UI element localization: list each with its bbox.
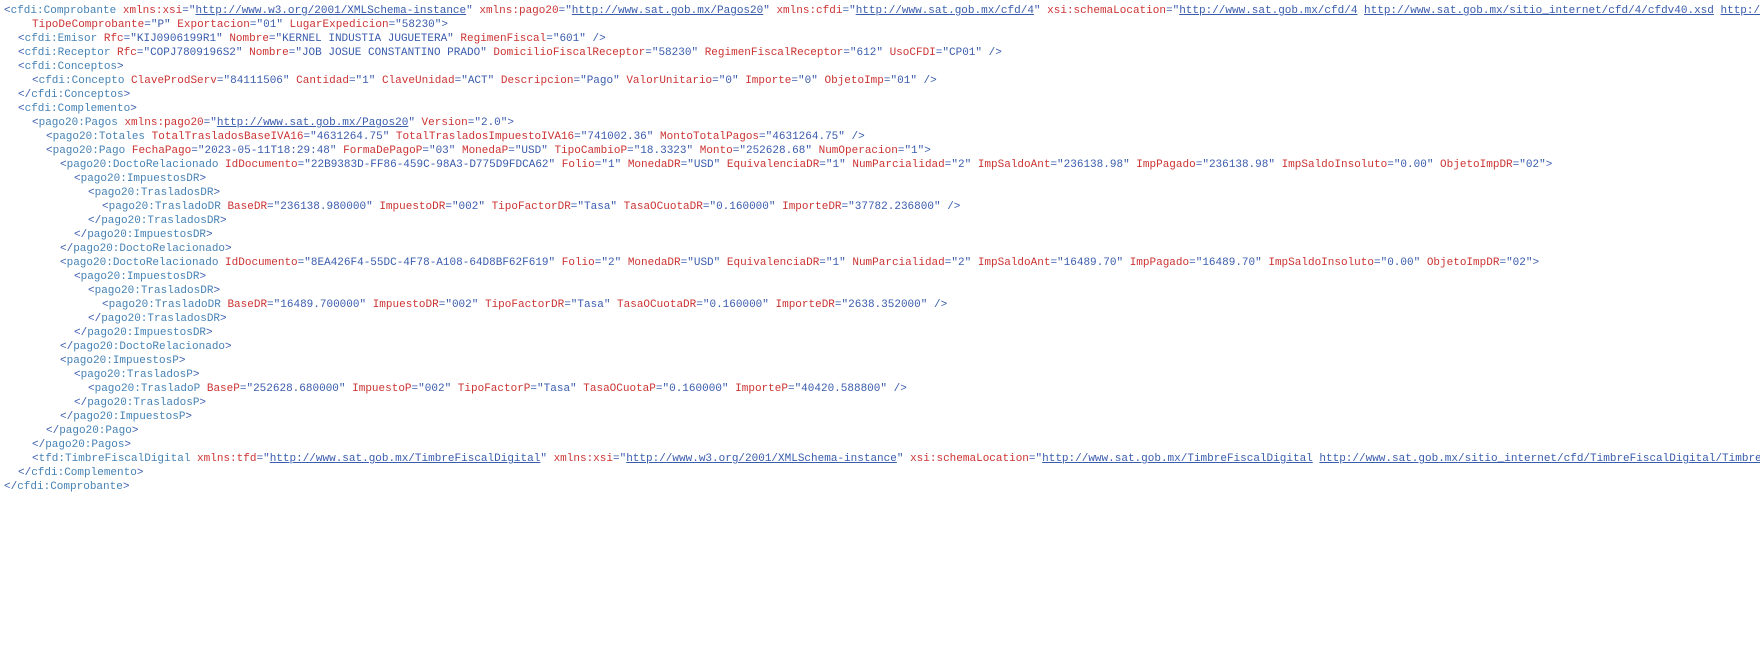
xml-source-view: <cfdi:Comprobante xmlns:xsi="http://www.…: [4, 4, 1756, 494]
